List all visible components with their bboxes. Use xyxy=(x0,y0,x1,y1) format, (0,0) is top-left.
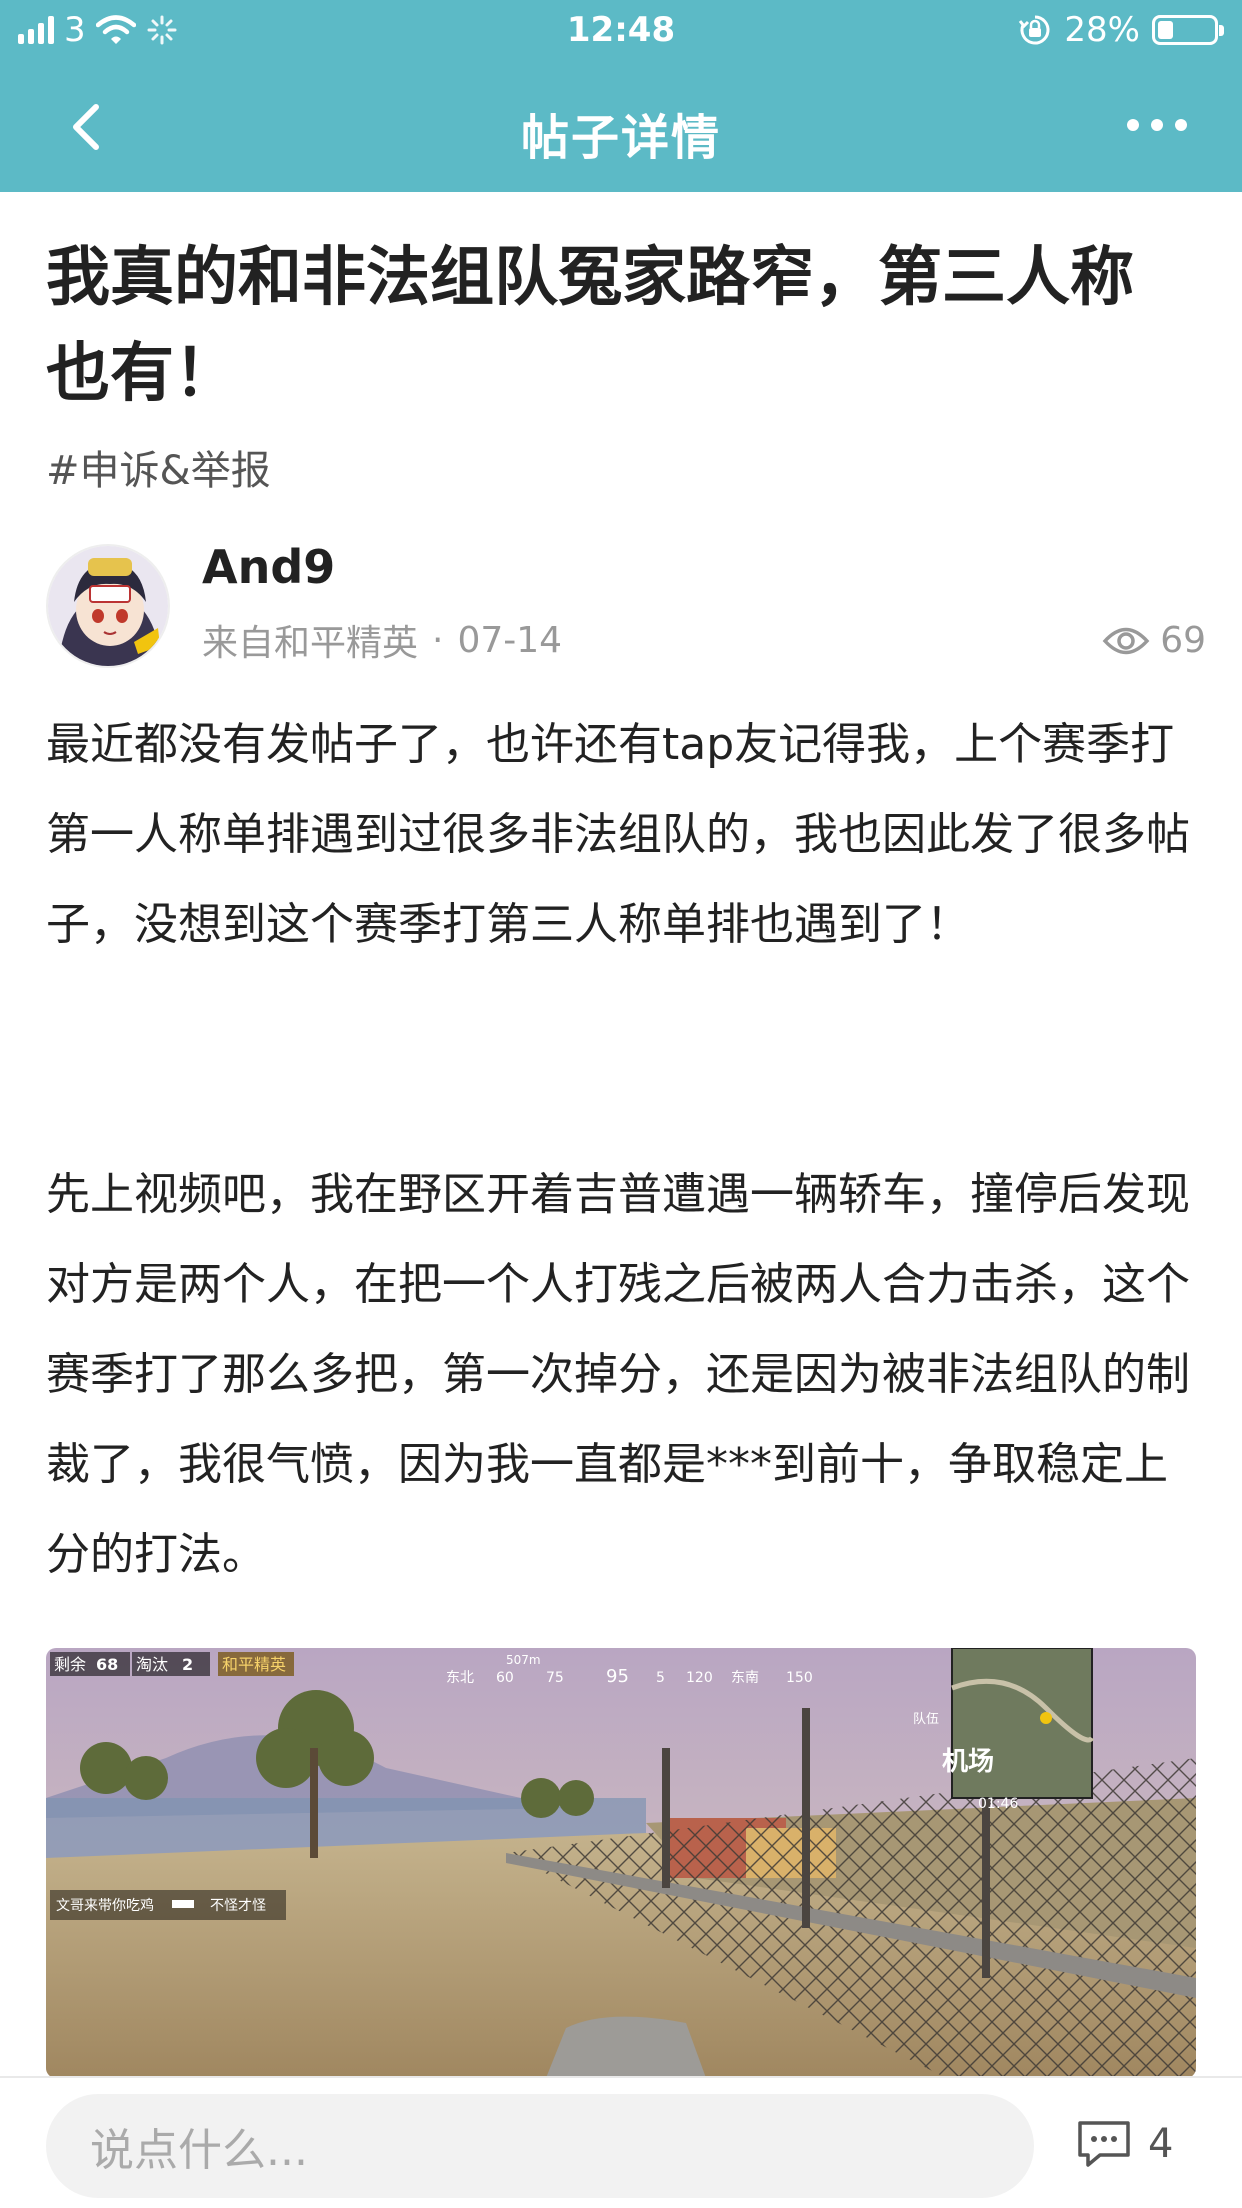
comment-count: 4 xyxy=(1148,2121,1174,2167)
rotation-lock-icon xyxy=(1019,15,1050,45)
hud-remaining-label: 剩余 xyxy=(54,1655,86,1674)
battery-icon xyxy=(1152,15,1224,45)
hud-map-label: 机场 xyxy=(942,1747,994,1777)
compass-label: 东北 xyxy=(446,1670,474,1686)
compass-label: 60 xyxy=(496,1670,514,1686)
view-count: 69 xyxy=(1102,620,1206,661)
more-dots-icon xyxy=(1127,119,1139,131)
hud-team-label: 队伍 xyxy=(913,1712,939,1727)
eye-icon xyxy=(1102,627,1150,654)
body-paragraph: 最近都没有发帖子了，也许还有tap友记得我，上个赛季打第一人称单排遇到过很多非法… xyxy=(46,719,1190,950)
page-title: 帖子详情 xyxy=(520,110,721,166)
hud-remaining: 68 xyxy=(96,1655,118,1674)
kill-feed-victim: 不怪才怪 xyxy=(210,1898,266,1914)
topic-tag[interactable]: #申诉&举报 xyxy=(46,438,271,496)
battery-percent: 28% xyxy=(1064,10,1140,50)
kill-feed-killer: 文哥来带你吃鸡 xyxy=(56,1897,154,1914)
compass-label: 95 xyxy=(606,1666,629,1687)
nav-bar: 帖子详情 xyxy=(0,62,1242,192)
hud-distance: 507m xyxy=(506,1653,541,1667)
comments-button[interactable]: 4 xyxy=(1076,2112,1173,2176)
body-paragraph: 先上视频吧，我在野区开着吉普遭遇一辆轿车，撞停后发现对方是两个人，在把一个人打残… xyxy=(46,1169,1190,1580)
compass-label: 东南 xyxy=(731,1670,759,1686)
game-screenshot: 剩余 68 淘汰 2 和平精英 507m 东北 60 75 95 5 120 东… xyxy=(46,1648,1196,2078)
status-bar: 3 12:48 28% xyxy=(0,0,1242,62)
compass-label: 120 xyxy=(686,1670,713,1686)
avatar[interactable] xyxy=(46,544,170,668)
hud-eliminated-label: 淘汰 xyxy=(136,1655,168,1674)
header-bar: 3 12:48 28% 帖子详情 xyxy=(0,0,1242,192)
compass-label: 5 xyxy=(656,1670,665,1686)
post-title: 我真的和非法组队冤家路窄，第三人称也有！ xyxy=(46,241,1134,411)
post-date: 07-14 xyxy=(457,619,563,661)
hud-game-logo: 和平精英 xyxy=(222,1655,286,1674)
more-options-button[interactable] xyxy=(1127,110,1187,140)
compass-label: 150 xyxy=(786,1670,813,1686)
view-count-value: 69 xyxy=(1160,620,1206,661)
bottom-bar: 说点什么... 4 xyxy=(0,2076,1242,2208)
compass-label: 75 xyxy=(546,1670,564,1686)
comment-input[interactable]: 说点什么... xyxy=(46,2094,1034,2198)
author-meta: 来自和平精英 · 07-14 xyxy=(202,614,562,666)
post-source: 来自和平精英 xyxy=(202,623,419,664)
battery-level-fill xyxy=(1158,21,1173,39)
hud-timer: 01:46 xyxy=(978,1796,1018,1812)
video-thumbnail[interactable]: 剩余 68 淘汰 2 和平精英 507m 东北 60 75 95 5 120 东… xyxy=(46,1648,1196,2078)
avatar-illustration xyxy=(48,546,168,666)
hud-eliminated: 2 xyxy=(182,1655,193,1674)
comment-bubble-icon xyxy=(1078,2121,1130,2167)
post-body: 最近都没有发帖子了，也许还有tap友记得我，上个赛季打第一人称单排遇到过很多非法… xyxy=(46,700,1206,1600)
author-row: And9 来自和平精英 · 07-14 69 xyxy=(46,540,1206,680)
meta-separator: · xyxy=(432,619,444,661)
author-name[interactable]: And9 xyxy=(202,540,335,594)
status-right: 28% xyxy=(1018,10,1224,50)
